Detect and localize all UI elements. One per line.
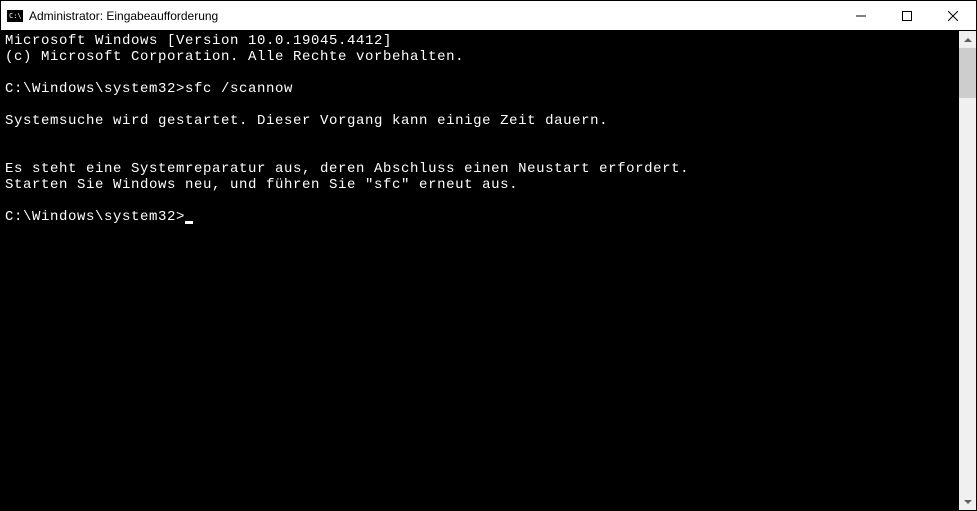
maximize-button[interactable] xyxy=(884,1,930,30)
vertical-scrollbar[interactable] xyxy=(959,31,976,510)
cmd-icon: C:\ xyxy=(7,8,23,24)
output-line: Es steht eine Systemreparatur aus, deren… xyxy=(5,161,689,177)
window-titlebar: C:\ Administrator: Eingabeaufforderung xyxy=(1,1,976,31)
prompt-prefix: C:\Windows\system32> xyxy=(5,81,185,97)
scroll-down-button[interactable] xyxy=(959,493,976,510)
close-button[interactable] xyxy=(930,1,976,30)
output-line: (c) Microsoft Corporation. Alle Rechte v… xyxy=(5,49,464,65)
scroll-thumb[interactable] xyxy=(959,48,976,98)
terminal-output[interactable]: Microsoft Windows [Version 10.0.19045.44… xyxy=(1,31,959,510)
svg-text:C:\: C:\ xyxy=(9,12,22,20)
minimize-button[interactable] xyxy=(838,1,884,30)
typed-command: sfc /scannow xyxy=(185,81,293,97)
prompt-prefix: C:\Windows\system32> xyxy=(5,209,185,225)
cursor xyxy=(185,221,193,224)
scroll-up-button[interactable] xyxy=(959,31,976,48)
output-line: Microsoft Windows [Version 10.0.19045.44… xyxy=(5,33,392,49)
window-title: Administrator: Eingabeaufforderung xyxy=(29,9,838,23)
output-line: Starten Sie Windows neu, und führen Sie … xyxy=(5,177,518,193)
terminal-container: Microsoft Windows [Version 10.0.19045.44… xyxy=(1,31,976,510)
output-line: Systemsuche wird gestartet. Dieser Vorga… xyxy=(5,113,608,129)
scroll-track[interactable] xyxy=(959,48,976,493)
window-controls xyxy=(838,1,976,30)
